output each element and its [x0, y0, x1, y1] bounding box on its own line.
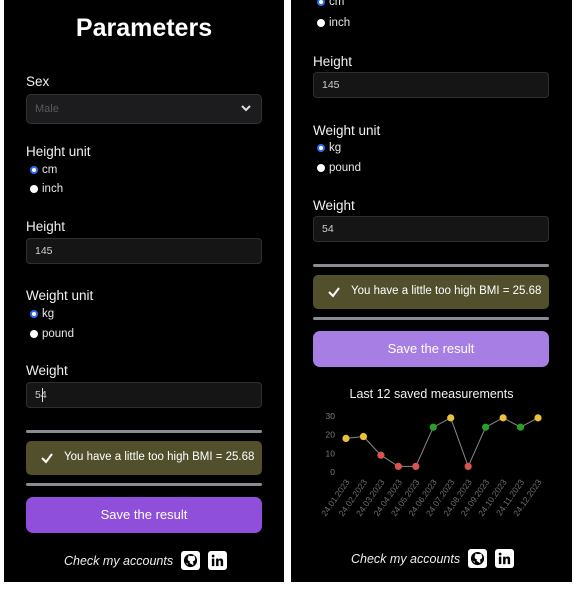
bmi-alert: You have a little too high BMI = 25.68	[313, 275, 549, 309]
radio-selected-icon	[30, 310, 38, 318]
radio-unselected-icon	[317, 19, 325, 27]
weight-label: Weight	[26, 363, 68, 378]
save-result-button[interactable]: Save the result	[313, 331, 549, 367]
data-point[interactable]	[447, 414, 455, 422]
page-title: Parameters	[75, 14, 213, 42]
text-caret	[42, 388, 43, 402]
radio-selected-icon	[317, 144, 325, 152]
height-label: Height	[313, 54, 353, 69]
right-panel: cm inch Height 145 Weight unit kg pound …	[291, 0, 572, 582]
height-input-value: 145	[35, 245, 53, 257]
data-point[interactable]	[377, 451, 385, 459]
radio-selected-icon	[30, 166, 38, 174]
divider	[26, 483, 262, 486]
height-unit-radio-inch[interactable]: inch	[317, 17, 350, 29]
bmi-message: You have a little too high BMI = 25.68	[64, 451, 255, 463]
height-unit-label: Height unit	[26, 144, 91, 159]
data-point[interactable]	[482, 423, 490, 431]
radio-unselected-icon	[30, 185, 38, 193]
weight-unit-option-pound: pound	[42, 328, 74, 340]
chevron-down-icon	[241, 105, 251, 112]
height-label: Height	[26, 219, 66, 234]
weight-unit-label: Weight unit	[313, 123, 381, 138]
data-point[interactable]	[534, 414, 542, 422]
weight-label: Weight	[313, 198, 355, 213]
save-result-button[interactable]: Save the result	[26, 497, 262, 533]
weight-unit-option-pound: pound	[329, 162, 361, 174]
weight-input[interactable]: 54	[26, 382, 262, 408]
footer-text: Check my accounts	[64, 553, 174, 568]
data-point[interactable]	[429, 423, 437, 431]
sex-select[interactable]: Male	[26, 94, 262, 124]
data-point[interactable]	[359, 432, 368, 441]
data-point[interactable]	[342, 434, 350, 442]
bmi-history-chart: 010203024.01.202324.02.202324.03.202324.…	[319, 411, 544, 518]
y-tick-label: 10	[326, 448, 336, 458]
weight-unit-radio-pound[interactable]: pound	[317, 162, 361, 174]
linkedin-icon[interactable]	[495, 549, 515, 568]
height-unit-option-cm: cm	[42, 164, 58, 176]
github-icon[interactable]	[181, 551, 201, 570]
check-icon	[41, 453, 53, 464]
github-icon[interactable]	[468, 549, 488, 568]
radio-unselected-icon	[30, 330, 38, 338]
weight-input-value: 54	[322, 223, 334, 235]
footer: Check my accounts	[351, 549, 515, 568]
data-point[interactable]	[464, 462, 472, 470]
footer: Check my accounts	[64, 551, 228, 570]
check-icon	[328, 287, 340, 298]
height-unit-option-inch: inch	[329, 17, 351, 29]
left-panel: Parameters Sex Male Height unit cm inch …	[4, 0, 284, 582]
divider	[313, 317, 549, 320]
radio-unselected-icon	[317, 164, 325, 172]
bmi-message: You have a little too high BMI = 25.68	[351, 285, 542, 297]
data-point[interactable]	[394, 462, 402, 470]
y-tick-label: 20	[326, 430, 336, 440]
height-unit-radio-cm[interactable]: cm	[30, 164, 57, 176]
height-input[interactable]: 145	[313, 72, 549, 98]
divider	[26, 430, 262, 433]
series-line	[345, 417, 539, 468]
weight-input[interactable]: 54	[313, 216, 549, 242]
weight-unit-option-kg: kg	[329, 142, 342, 154]
height-input[interactable]: 145	[26, 238, 262, 264]
data-point[interactable]	[516, 423, 525, 431]
height-unit-radio-inch[interactable]: inch	[30, 183, 63, 195]
height-input-value: 145	[322, 79, 340, 91]
radio-selected-icon	[317, 0, 325, 6]
weight-unit-label: Weight unit	[26, 288, 94, 303]
chart-title: Last 12 saved measurements	[349, 387, 514, 401]
y-tick-label: 30	[326, 411, 336, 421]
data-point[interactable]	[499, 414, 507, 422]
sex-label: Sex	[26, 74, 50, 89]
footer-text: Check my accounts	[351, 551, 461, 566]
weight-unit-radio-pound[interactable]: pound	[30, 328, 74, 340]
weight-unit-radio-kg[interactable]: kg	[30, 308, 54, 320]
weight-unit-option-kg: kg	[42, 308, 55, 320]
linkedin-icon[interactable]	[208, 551, 228, 570]
sex-select-value: Male	[35, 103, 59, 115]
height-unit-option-cm: cm	[329, 0, 345, 8]
weight-input-value: 54	[35, 389, 47, 401]
divider	[313, 264, 549, 267]
height-unit-radio-cm[interactable]: cm	[317, 0, 344, 8]
weight-unit-radio-kg[interactable]: kg	[317, 142, 341, 154]
y-tick-label: 0	[330, 467, 335, 477]
data-point[interactable]	[412, 462, 420, 470]
height-unit-option-inch: inch	[42, 183, 64, 195]
bmi-alert: You have a little too high BMI = 25.68	[26, 441, 262, 475]
